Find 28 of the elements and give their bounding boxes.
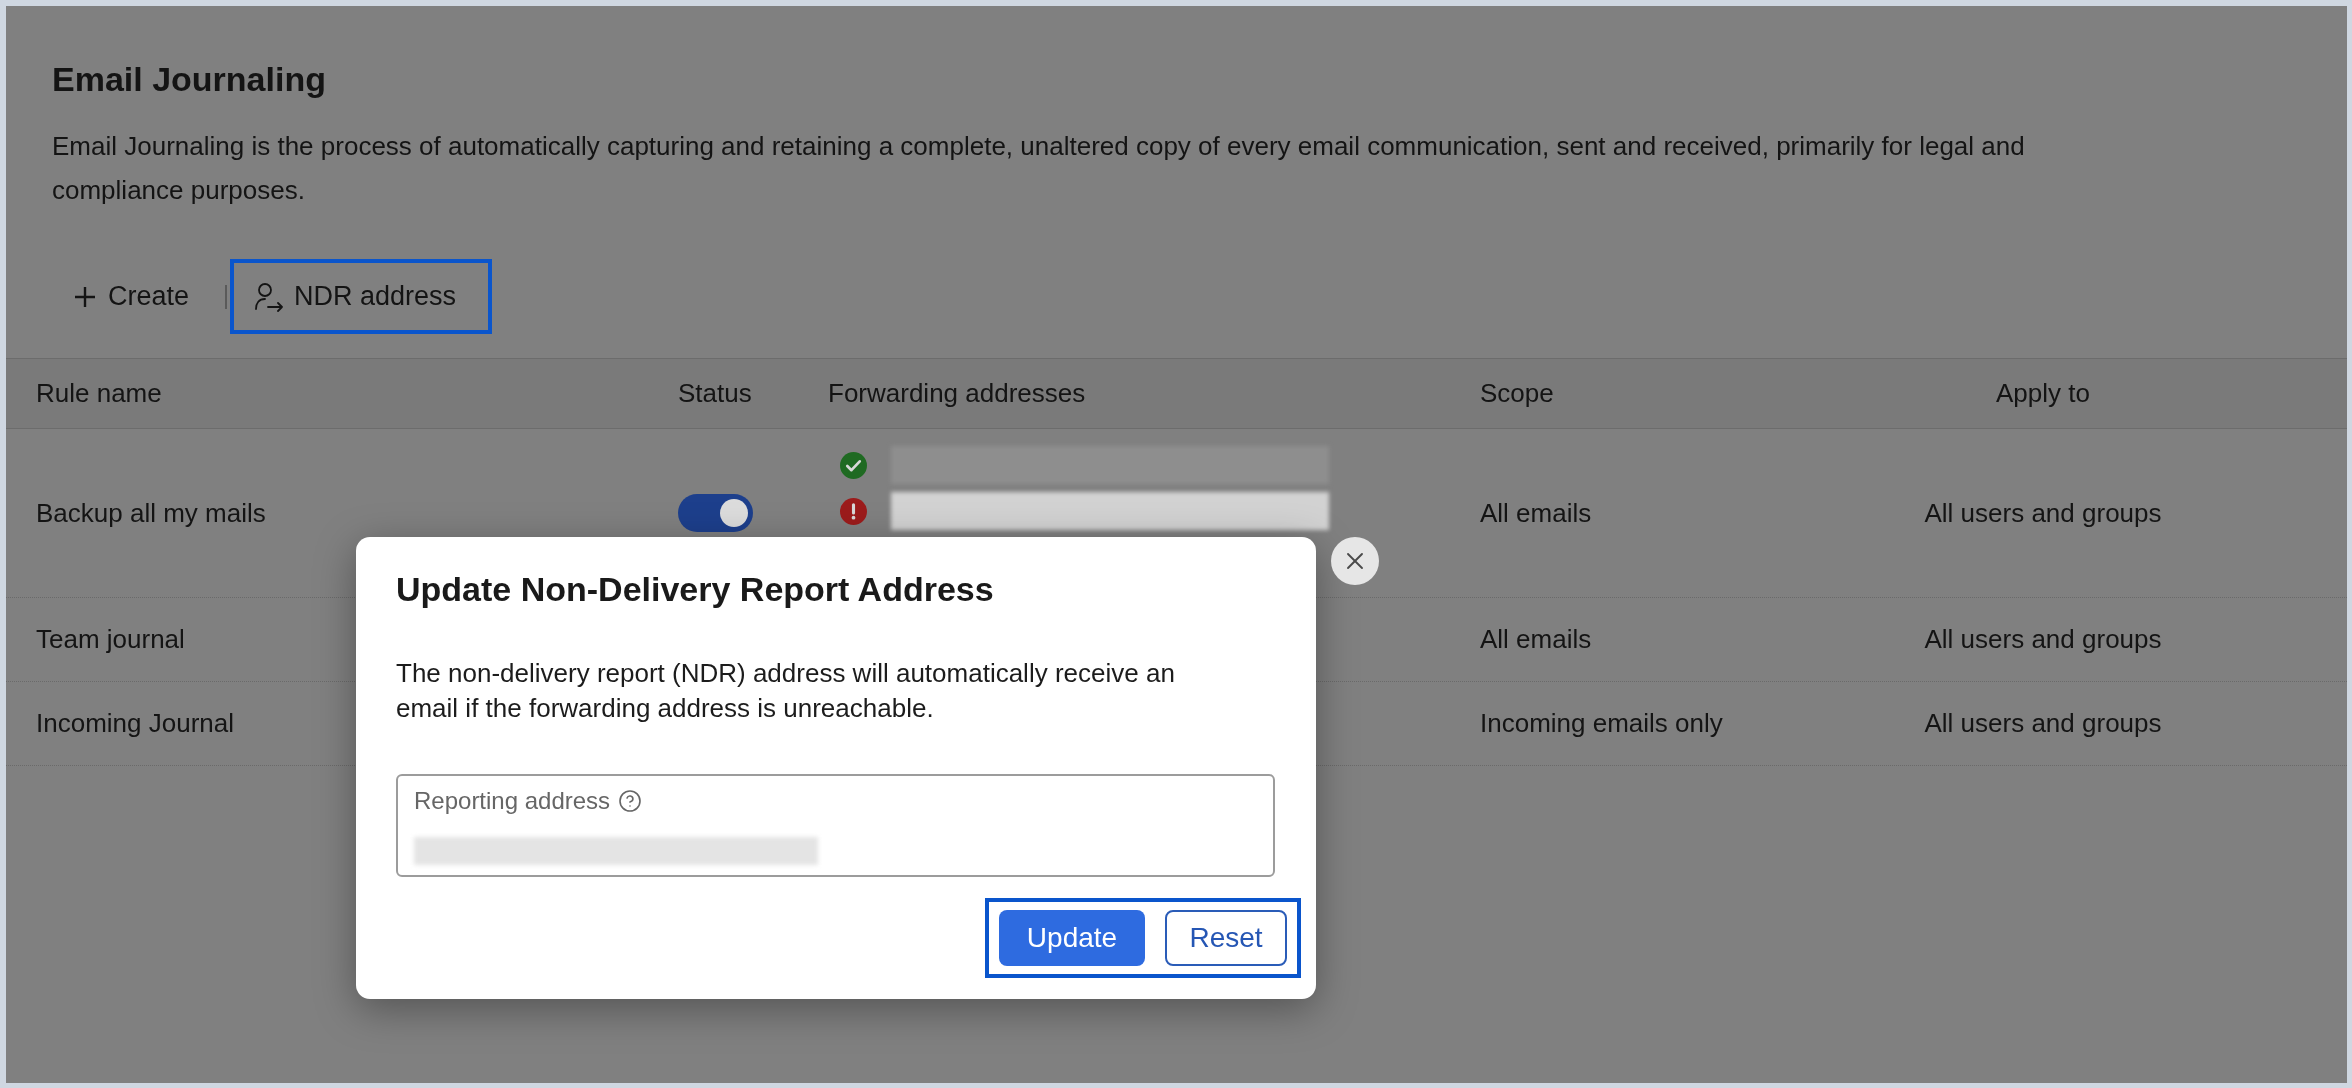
reporting-address-field[interactable]: Reporting address [396,774,1275,877]
table-cell: Incoming Journal [36,708,234,738]
ndr-address-button[interactable]: NDR address [234,263,489,330]
table-cell: Incoming emails only [1480,708,1723,738]
column-header: Scope [1480,378,1554,408]
status-toggle[interactable] [678,494,753,532]
field-label: Reporting address [414,786,611,816]
table-cell: All emails [1480,497,1592,528]
dialog-message: The non-delivery report (NDR) address will automatically receive an email if the forwarding address is unreachable. [396,657,1176,725]
reset-button[interactable]: Reset [1165,910,1287,966]
table-cell: Backup all my mails [36,497,266,528]
page-description: Email Journaling is the process of automatically capturing and retaining a complete, unaltered copy of every email communication, sent and received, primarily for legal and compliance purposes. [52,130,2026,207]
table-cell: All users and groups [1924,708,2162,738]
column-header: Rule name [36,378,162,408]
dialog-title: Update Non-Delivery Report Address [396,569,995,610]
table-cell: All users and groups [1924,624,2162,654]
create-button[interactable]: Create [56,263,208,330]
column-header: Apply to [1996,378,2090,408]
table-cell: All emails [1480,624,1592,654]
plus-icon [74,285,96,308]
column-header: Status [678,378,752,408]
user-arrow-icon [254,281,285,312]
update-button[interactable]: Update [999,910,1145,966]
table-cell: Team journal [36,624,185,654]
help-icon[interactable] [618,789,643,813]
table-cell: All users and groups [1924,497,2162,528]
column-header: Forwarding addresses [828,378,1086,408]
page-title: Email Journaling [52,59,327,100]
